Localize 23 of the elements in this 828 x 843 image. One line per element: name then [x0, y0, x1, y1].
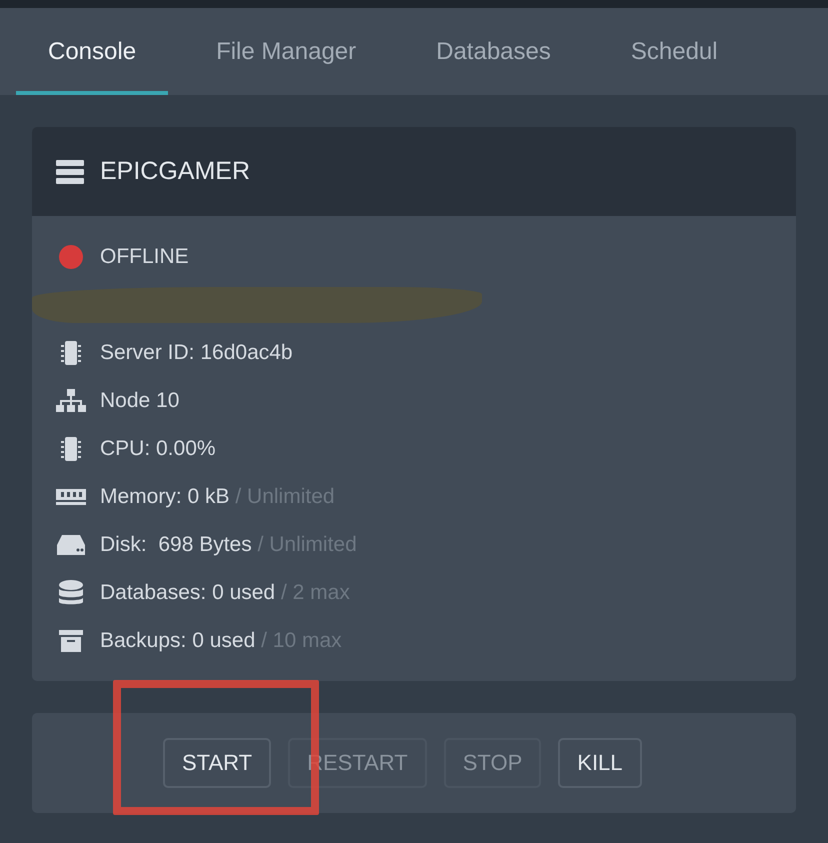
stat-label: Server ID: 16d0ac4b — [100, 341, 293, 365]
stat-label: Node 10 — [100, 389, 180, 413]
power-button[interactable]: KILL — [558, 738, 642, 788]
memory-icon — [56, 487, 86, 507]
stat-label: Disk: 698 Bytes — [100, 533, 252, 557]
stat-label: CPU: 0.00% — [100, 437, 216, 461]
server-name: EPICGAMER — [100, 157, 250, 186]
stat-label: Databases: 0 used — [100, 581, 276, 605]
tab[interactable]: Databases — [404, 8, 583, 95]
power-button[interactable]: START — [163, 738, 272, 788]
stat-label: OFFLINE — [100, 245, 189, 269]
tab[interactable]: File Manager — [184, 8, 388, 95]
chip-icon — [60, 340, 82, 366]
chip-icon — [60, 436, 82, 462]
network-icon — [56, 389, 86, 413]
stat-label: Memory: 0 kB — [100, 485, 230, 509]
tab[interactable]: Schedul — [598, 8, 750, 95]
drive-icon — [57, 534, 85, 556]
server-icon — [56, 160, 84, 184]
stat-label: Backups: 0 used — [100, 629, 256, 653]
archive-icon — [59, 629, 83, 653]
database-icon — [59, 580, 83, 606]
tab[interactable]: Console — [16, 8, 168, 95]
